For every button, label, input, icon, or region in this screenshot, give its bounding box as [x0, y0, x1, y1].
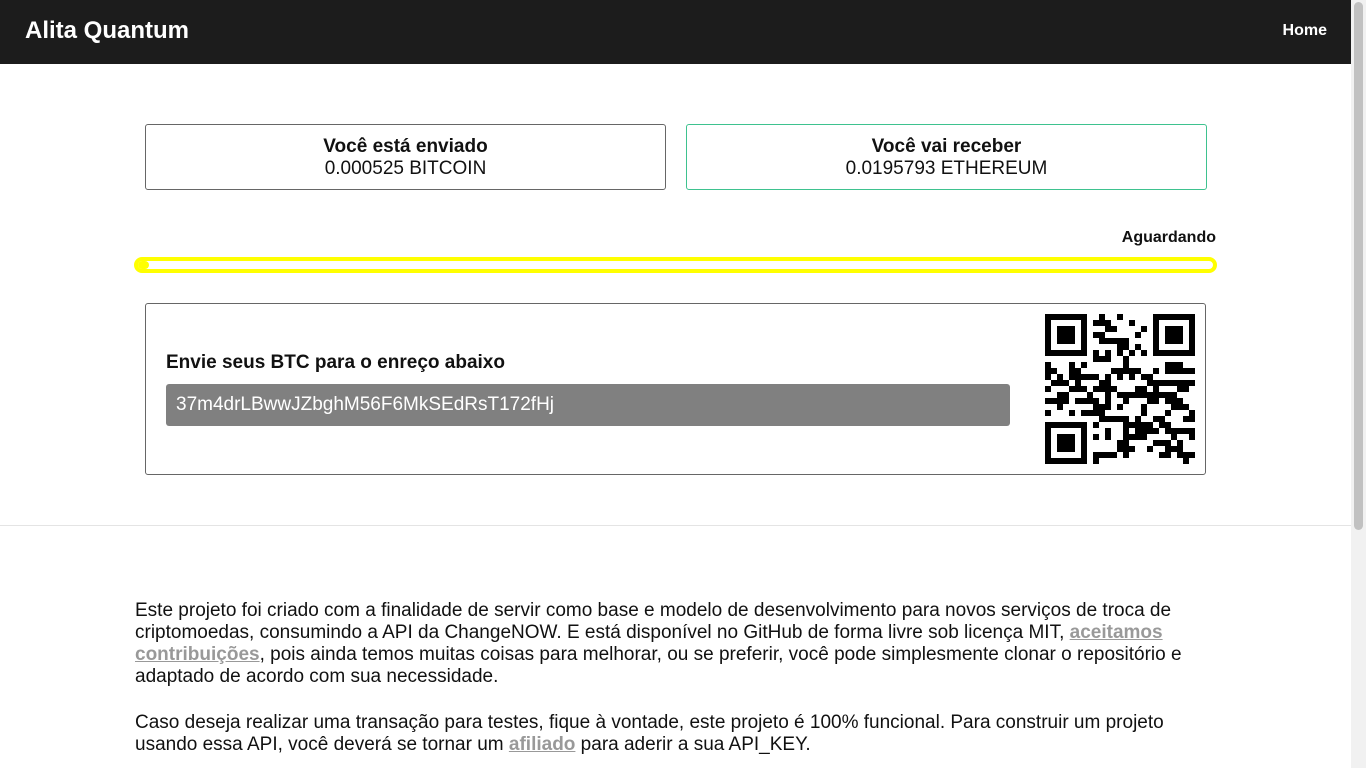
receive-title: Você vai receber: [871, 136, 1022, 157]
about-p1-text-end: , pois ainda temos muitas coisas para me…: [135, 644, 1182, 687]
nav-home-link[interactable]: Home: [1283, 22, 1327, 40]
brand-logo[interactable]: Alita Quantum: [25, 17, 189, 45]
deposit-address-field[interactable]: 37m4drLBwwJZbghM56F6MkSEdRsT172fHj: [166, 384, 1010, 426]
affiliate-link[interactable]: afiliado: [509, 734, 576, 755]
about-section: Este projeto foi criado com a finalidade…: [135, 600, 1217, 768]
qr-code-icon: [1045, 314, 1195, 464]
about-paragraph-2: Caso deseja realizar uma transação para …: [135, 712, 1217, 756]
progress-fill: [138, 261, 149, 269]
page-scrollbar[interactable]: [1351, 0, 1366, 768]
deposit-title: Envie seus BTC para o enreço abaixo: [166, 352, 505, 373]
about-p2-text-end: para aderir a sua API_KEY.: [575, 734, 811, 755]
send-card: Você está enviado 0.000525 BITCOIN: [145, 124, 666, 190]
status-progress-bar: [134, 257, 1217, 273]
scrollbar-thumb[interactable]: [1354, 2, 1363, 530]
status-label: Aguardando: [1121, 229, 1216, 246]
receive-amount: 0.0195793 ETHEREUM: [845, 158, 1048, 179]
about-p1-text: Este projeto foi criado com a finalidade…: [135, 600, 1172, 643]
send-title: Você está enviado: [323, 136, 488, 157]
deposit-box: Envie seus BTC para o enreço abaixo 37m4…: [145, 303, 1206, 475]
section-divider: [0, 525, 1351, 526]
about-paragraph-1: Este projeto foi criado com a finalidade…: [135, 600, 1217, 688]
send-amount: 0.000525 BITCOIN: [324, 158, 487, 179]
receive-card: Você vai receber 0.0195793 ETHEREUM: [686, 124, 1207, 190]
top-navbar: Alita Quantum Home: [0, 0, 1351, 64]
